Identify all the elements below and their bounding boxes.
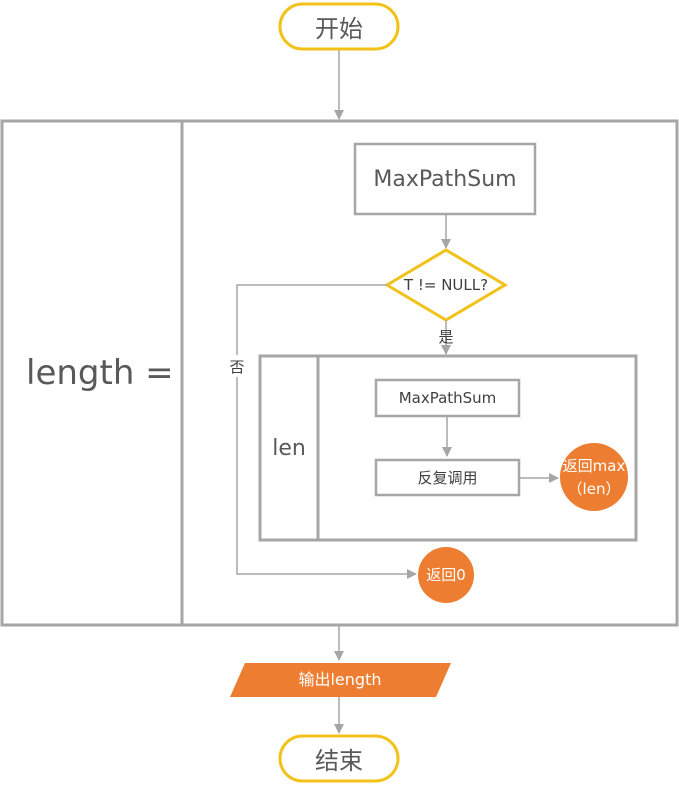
output-label: 输出length <box>298 670 382 689</box>
condition-label: T != NULL? <box>403 276 489 294</box>
return-max-label-line1: 返回max <box>562 457 626 475</box>
start-label: 开始 <box>315 15 363 43</box>
len-label: len <box>272 435 306 461</box>
return-max-label-line2: （len） <box>567 480 621 498</box>
inner-max-path-sum-label: MaxPathSum <box>398 389 497 407</box>
end-label: 结束 <box>315 747 363 775</box>
return-max-circle <box>560 443 628 511</box>
yes-label: 是 <box>438 327 454 346</box>
return-zero-label: 返回0 <box>426 566 466 584</box>
no-label: 否 <box>224 355 250 377</box>
length-assign-label: length = <box>26 353 174 393</box>
recursive-call-label: 反复调用 <box>417 469 478 487</box>
max-path-sum-label: MaxPathSum <box>373 166 517 192</box>
